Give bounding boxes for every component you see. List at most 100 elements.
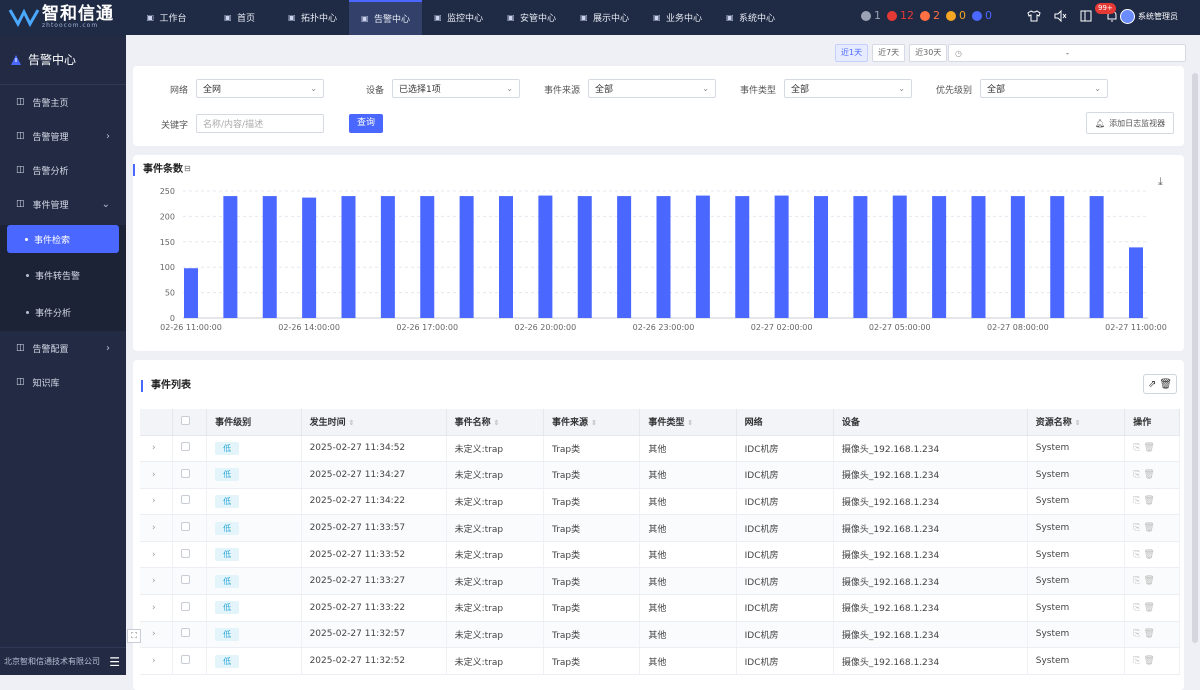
alarm-stat[interactable]: 12 (887, 9, 914, 22)
logo[interactable]: 智和信通 zhtoocom.com (8, 5, 114, 29)
expand-cell[interactable]: › (140, 621, 174, 649)
priority-select[interactable]: 全部 ⌄ (980, 79, 1108, 98)
nav-item[interactable]: ▣ 系统中心 (714, 0, 787, 35)
bar[interactable] (341, 196, 356, 318)
copy-icon[interactable]: ⎘ (1133, 550, 1143, 560)
menu-toggle-icon[interactable]: ☰ (109, 655, 120, 669)
trash-icon[interactable]: 🗑︎ (1143, 443, 1157, 453)
row-checkbox[interactable] (181, 522, 191, 532)
copy-icon[interactable]: ⎘ (1133, 629, 1143, 639)
row-checkbox[interactable] (181, 495, 191, 505)
table-row[interactable]: › 低 2025-02-27 11:33:52 未定义:trap Trap类 其他 IDC机… (140, 541, 1180, 569)
bar[interactable] (1050, 196, 1065, 318)
sidebar-item[interactable]: ◫ 告警管理 › (0, 119, 126, 153)
alarm-stat[interactable]: 2 (920, 9, 940, 22)
layout-icon[interactable] (1079, 9, 1093, 23)
query-button[interactable]: 查询 (349, 114, 383, 133)
expand-cell[interactable]: › (140, 488, 174, 516)
nav-item[interactable]: ▣ 展示中心 (568, 0, 641, 35)
row-checkbox[interactable] (181, 575, 191, 585)
copy-icon[interactable]: ⎘ (1133, 496, 1143, 506)
type-select[interactable]: 全部 ⌄ (784, 79, 912, 98)
add-log-monitor-button[interactable]: 🔔︎ 添加日志监视器 (1086, 112, 1175, 134)
table-row[interactable]: › 低 2025-02-27 11:32:52 未定义:trap Trap类 其他 IDC机… (140, 647, 1180, 675)
bar[interactable] (1129, 247, 1143, 318)
copy-icon[interactable]: ⎘ (1133, 656, 1143, 666)
trash-icon[interactable]: 🗑︎ (1143, 523, 1157, 533)
sidebar-subitem[interactable]: 事件分析 (0, 294, 126, 331)
sidebar-item[interactable]: ◫ 告警主页 (0, 85, 126, 119)
copy-icon[interactable]: ⎘ (1133, 576, 1143, 586)
checkbox-cell[interactable] (172, 488, 208, 516)
row-checkbox[interactable] (181, 655, 191, 665)
bar[interactable] (656, 196, 671, 318)
checkbox-cell[interactable] (172, 461, 208, 489)
sidebar-subitem[interactable]: 事件转告警 (0, 257, 126, 294)
table-row[interactable]: › 低 2025-02-27 11:34:22 未定义:trap Trap类 其他 IDC机… (140, 488, 1180, 516)
nav-item[interactable]: ▣ 告警中心 (349, 0, 422, 35)
bar[interactable] (1089, 196, 1104, 318)
bar[interactable] (184, 268, 198, 318)
trash-icon[interactable]: 🗑︎ (1143, 576, 1157, 586)
bar[interactable] (774, 195, 789, 318)
trash-icon[interactable]: 🗑︎ (1143, 496, 1157, 506)
table-row[interactable]: › 低 2025-02-27 11:33:57 未定义:trap Trap类 其他 IDC机… (140, 514, 1180, 542)
network-select[interactable]: 全网 ⌄ (196, 79, 324, 98)
bar[interactable] (892, 195, 907, 318)
sort-icon[interactable]: ⇕ (349, 419, 355, 427)
expand-cell[interactable]: › (140, 647, 174, 675)
checkbox-cell[interactable] (172, 541, 208, 569)
table-row[interactable]: › 低 2025-02-27 11:34:52 未定义:trap Trap类 其他 IDC机… (140, 435, 1180, 463)
copy-icon[interactable]: ⎘ (1133, 470, 1143, 480)
volume-icon[interactable] (1053, 9, 1067, 23)
checkbox-cell[interactable] (172, 435, 208, 463)
table-row[interactable]: › 低 2025-02-27 11:33:22 未定义:trap Trap类 其他 IDC机… (140, 594, 1180, 622)
date-range-input[interactable]: ◷ - (948, 44, 1186, 62)
trash-icon[interactable]: 🗑︎ (1143, 656, 1157, 666)
bar[interactable] (302, 197, 317, 318)
date-range-button[interactable]: 近1天 (835, 44, 869, 62)
nav-item[interactable]: ▣ 拓扑中心 (276, 0, 349, 35)
expand-cell[interactable]: › (140, 541, 174, 569)
sidebar-item[interactable]: ◫ 知识库 (0, 365, 126, 399)
device-select[interactable]: 已选择1项 ⌄ (392, 79, 520, 98)
checkbox-cell[interactable] (172, 567, 208, 596)
sidebar-subitem[interactable]: 事件检索 (7, 225, 119, 253)
keyword-input[interactable]: 名称/内容/描述 (196, 114, 324, 133)
alarm-stat[interactable]: 0 (972, 9, 992, 22)
fullscreen-icon[interactable]: ⛶ (127, 629, 141, 643)
select-all-checkbox[interactable] (181, 415, 191, 425)
bar[interactable] (538, 195, 553, 318)
bar[interactable] (380, 196, 395, 318)
sort-icon[interactable]: ⇕ (1075, 419, 1081, 427)
checkbox-cell[interactable] (172, 621, 208, 649)
bar[interactable] (971, 196, 986, 318)
row-checkbox[interactable] (181, 442, 191, 452)
bar[interactable] (262, 196, 277, 318)
bar[interactable] (459, 196, 474, 318)
table-row[interactable]: › 低 2025-02-27 11:32:57 未定义:trap Trap类 其他 IDC机… (140, 621, 1180, 649)
nav-item[interactable]: ▣ 工作台 (130, 0, 203, 35)
trash-icon[interactable]: 🗑︎ (1143, 629, 1157, 639)
bar[interactable] (1010, 196, 1025, 318)
bar[interactable] (695, 195, 710, 318)
bar[interactable] (223, 196, 238, 318)
alarm-stat[interactable]: 1 (861, 9, 881, 22)
sort-icon[interactable]: ⇕ (687, 419, 693, 427)
bar[interactable] (577, 196, 592, 318)
scrollbar[interactable] (1190, 35, 1200, 675)
sidebar-item[interactable]: ◫ 告警分析 (0, 153, 126, 187)
date-range-button[interactable]: 近7天 (872, 44, 906, 62)
copy-icon[interactable]: ⎘ (1133, 443, 1143, 453)
user-menu[interactable]: 系统管理员 (1120, 9, 1178, 24)
date-range-button[interactable]: 近30天 (909, 44, 948, 62)
export-icon[interactable]: ⇗ (1148, 379, 1156, 390)
nav-item[interactable]: ▣ 安管中心 (495, 0, 568, 35)
row-checkbox[interactable] (181, 468, 191, 478)
checkbox-cell[interactable] (172, 594, 208, 622)
row-checkbox[interactable] (181, 628, 191, 638)
expand-cell[interactable]: › (140, 514, 174, 542)
alarm-stat[interactable]: 0 (946, 9, 966, 22)
bar[interactable] (735, 196, 750, 318)
sidebar-item[interactable]: ◫ 告警配置 › (0, 331, 126, 365)
